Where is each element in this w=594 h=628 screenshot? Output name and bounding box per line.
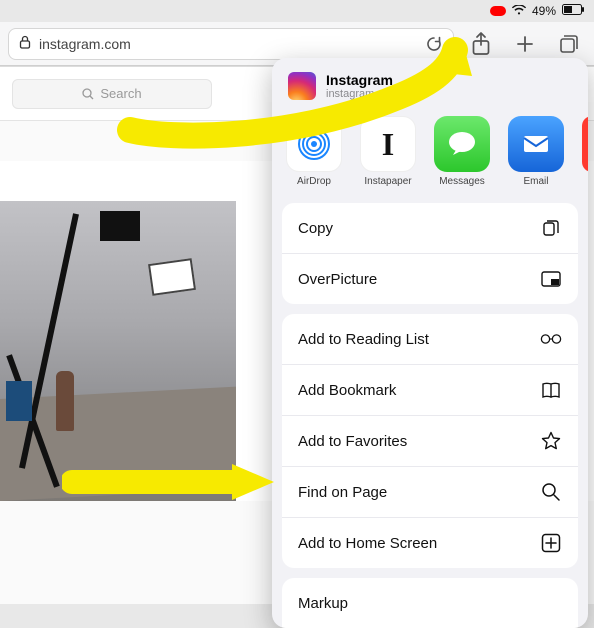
share-sheet: Instagram instagram.com AirDrop I Instap… <box>272 58 588 628</box>
action-add-favorites[interactable]: Add to Favorites <box>282 416 578 467</box>
star-icon <box>540 430 562 452</box>
extra-app-icon <box>582 116 588 172</box>
action-add-home-screen[interactable]: Add to Home Screen <box>282 518 578 568</box>
messages-icon <box>434 116 490 172</box>
action-reading-list[interactable]: Add to Reading List <box>282 314 578 365</box>
row-label: Markup <box>298 595 348 612</box>
tabs-button[interactable] <box>552 27 586 61</box>
app-label: Email <box>508 176 564 187</box>
glasses-icon <box>540 328 562 350</box>
share-app-instapaper[interactable]: I Instapaper <box>360 116 416 187</box>
row-label: Add to Reading List <box>298 331 429 348</box>
url-bar[interactable]: instagram.com <box>8 28 454 60</box>
screen-record-indicator <box>490 6 506 16</box>
share-app-airdrop[interactable]: AirDrop <box>286 116 342 187</box>
app-label: Messages <box>434 176 490 187</box>
email-icon <box>508 116 564 172</box>
search-input[interactable]: Search <box>12 79 212 109</box>
row-label: Add Bookmark <box>298 382 396 399</box>
share-button[interactable] <box>464 27 498 61</box>
instapaper-icon: I <box>360 116 416 172</box>
wifi-icon <box>512 4 526 18</box>
share-app-extra[interactable]: D <box>582 116 588 187</box>
lock-icon <box>19 35 31 52</box>
action-add-bookmark[interactable]: Add Bookmark <box>282 365 578 416</box>
book-icon <box>540 379 562 401</box>
row-label: Add to Favorites <box>298 433 407 450</box>
action-copy[interactable]: Copy <box>282 203 578 254</box>
instagram-app-icon <box>288 72 316 100</box>
airdrop-icon <box>286 116 342 172</box>
app-label: Instapaper <box>360 176 416 187</box>
post-image[interactable] <box>0 201 236 501</box>
share-apps-row[interactable]: AirDrop I Instapaper Messages Email D <box>272 114 588 197</box>
row-label: Add to Home Screen <box>298 535 437 552</box>
share-list-3: Markup <box>282 578 578 628</box>
share-app-email[interactable]: Email <box>508 116 564 187</box>
action-markup[interactable]: Markup <box>282 578 578 628</box>
reload-button[interactable] <box>425 27 443 61</box>
url-text: instagram.com <box>39 36 417 52</box>
add-box-icon <box>540 532 562 554</box>
row-label: Copy <box>298 220 333 237</box>
search-icon <box>540 481 562 503</box>
share-app-messages[interactable]: Messages <box>434 116 490 187</box>
search-icon <box>82 88 94 100</box>
search-placeholder: Search <box>100 86 141 101</box>
pip-icon <box>540 268 562 290</box>
battery-percent: 49% <box>532 4 556 18</box>
row-label: OverPicture <box>298 271 377 288</box>
action-overpicture[interactable]: OverPicture <box>282 254 578 304</box>
share-sheet-header: Instagram instagram.com <box>272 58 588 114</box>
markup-icon <box>540 592 562 614</box>
action-find-on-page[interactable]: Find on Page <box>282 467 578 518</box>
app-label: AirDrop <box>286 176 342 187</box>
share-list-1: Copy OverPicture <box>282 203 578 304</box>
battery-icon <box>562 4 584 18</box>
share-list-2: Add to Reading List Add Bookmark Add to … <box>282 314 578 568</box>
share-title: Instagram <box>326 72 398 88</box>
status-bar: 49% <box>0 0 594 22</box>
share-subtitle: instagram.com <box>326 88 398 100</box>
new-tab-button[interactable] <box>508 27 542 61</box>
app-label: D <box>582 176 588 187</box>
row-label: Find on Page <box>298 484 387 501</box>
copy-icon <box>540 217 562 239</box>
